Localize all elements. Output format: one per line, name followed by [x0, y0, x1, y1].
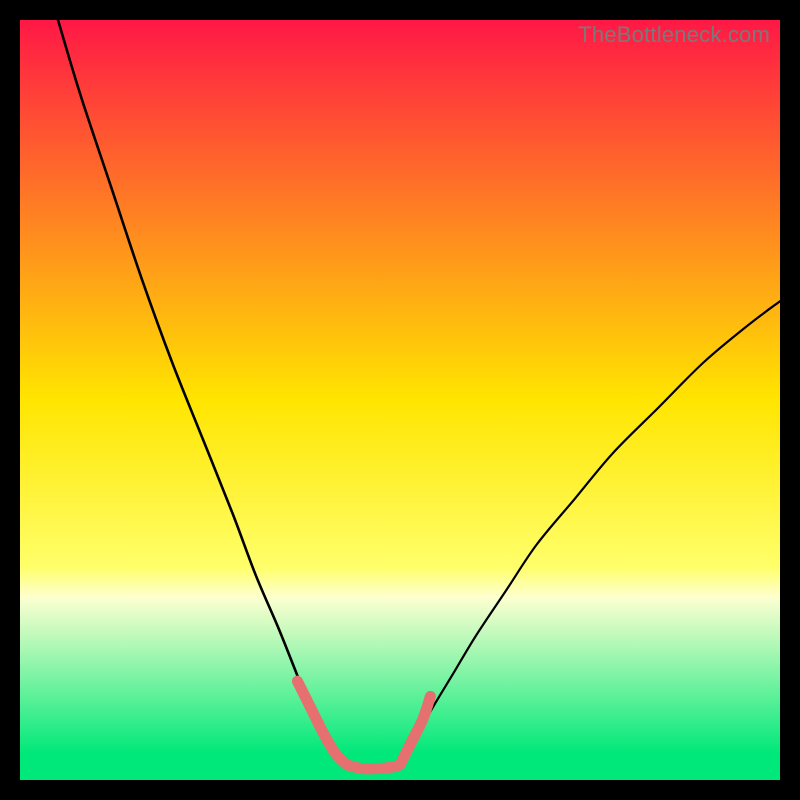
watermark-text: TheBottleneck.com: [578, 22, 770, 48]
bottleneck-chart: [20, 20, 780, 780]
chart-frame: TheBottleneck.com: [20, 20, 780, 780]
highlight-trough: [347, 765, 400, 769]
